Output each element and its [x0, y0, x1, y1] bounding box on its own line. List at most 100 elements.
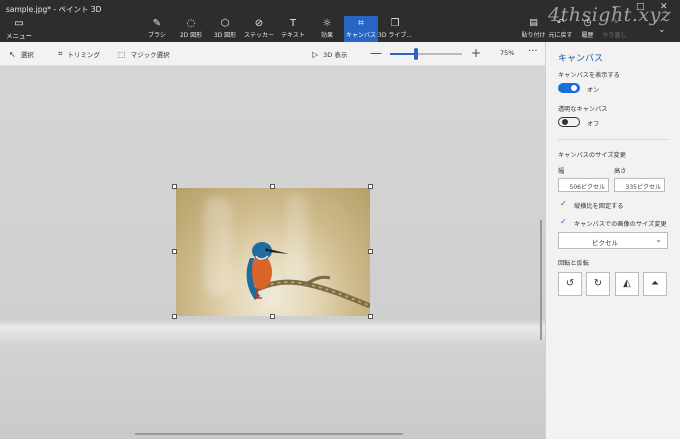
zoom-slider[interactable]: [390, 48, 462, 60]
canvas-panel: キャンバス キャンバスを表示する オン 透明なキャンバス オフ キャンバスのサイ…: [545, 42, 680, 439]
tab-label: 3D ライブ...: [378, 32, 413, 39]
width-label: 幅: [558, 168, 565, 175]
3d-shapes-icon: ⬡: [220, 18, 230, 29]
view-3d-label: 3D 表示: [323, 51, 348, 59]
canvas-image[interactable]: [176, 188, 370, 316]
2d-shapes-icon: ◌: [186, 18, 196, 29]
zoom-percent: 75%: [500, 49, 515, 57]
tab-canvas[interactable]: ⌗ キャンバス: [344, 16, 378, 42]
redo-icon: ↷: [610, 18, 619, 28]
zoom-in-button[interactable]: +: [471, 46, 481, 60]
resize-handle[interactable]: [172, 314, 177, 319]
history-icon: ◷: [583, 18, 592, 28]
rotate-left-icon: ↺: [565, 278, 575, 289]
transparent-canvas-label: 透明なキャンバス: [558, 106, 608, 113]
zoom-slider-thumb[interactable]: [413, 48, 418, 60]
magic-select-label: マジック選択: [130, 51, 170, 59]
height-label: 高さ: [614, 168, 627, 175]
selection-toolbar: ↖ 選択 ⌗ トリミング ⬚ マジック選択 ▷ 3D 表示 — + 75% ···: [0, 42, 545, 66]
select-button[interactable]: ↖ 選択: [9, 49, 34, 60]
flip-horizontal-button[interactable]: ◭: [615, 272, 639, 296]
resize-handle[interactable]: [368, 249, 373, 254]
tab-label: テキスト: [281, 32, 305, 39]
tab-2d-shapes[interactable]: ◌ 2D 図形: [174, 16, 208, 42]
cursor-icon: ↖: [9, 49, 16, 59]
tab-label: ステッカー: [243, 32, 274, 39]
magic-select-icon: ⬚: [118, 49, 126, 59]
canvas-icon: ⌗: [358, 18, 364, 29]
resize-handle[interactable]: [270, 314, 275, 319]
tab-stickers[interactable]: ⊘ ステッカー: [242, 16, 276, 42]
title-toolbar-band: sample.jpg* - ペイント 3D 4thsight.xyz — □ ✕…: [0, 0, 680, 42]
rotate-section-title: 回転と反転: [558, 260, 589, 267]
undo-label: 元に戻す: [548, 32, 573, 39]
tab-label: ブラシ: [148, 32, 166, 39]
divider: [558, 139, 669, 140]
flip-horizontal-icon: ◭: [623, 278, 631, 289]
vertical-scrollbar[interactable]: [540, 220, 542, 340]
redo-button[interactable]: ↷ やり直し: [601, 16, 628, 39]
transparent-canvas-toggle[interactable]: [558, 117, 580, 127]
menu-button[interactable]: ▭ メニュー: [6, 18, 32, 40]
transparent-canvas-state: オフ: [587, 121, 600, 128]
rotate-right-icon: ↻: [593, 278, 603, 289]
toggle-knob: [571, 85, 577, 91]
resize-image-label: キャンバスでの画像のサイズ変更: [574, 221, 667, 228]
zoom-slider-fill: [390, 53, 416, 55]
resize-handle[interactable]: [270, 184, 275, 189]
show-canvas-state: オン: [587, 87, 600, 94]
more-options-icon[interactable]: ···: [528, 46, 538, 57]
tab-label: 2D 図形: [179, 32, 203, 39]
view-3d-button[interactable]: ▷ 3D 表示: [312, 49, 348, 60]
resize-handle[interactable]: [172, 249, 177, 254]
resize-section-title: キャンバスのサイズ変更: [558, 152, 626, 159]
tab-label: 効果: [320, 32, 333, 39]
unit-value: ピクセル: [592, 239, 618, 247]
magic-select-button[interactable]: ⬚ マジック選択: [118, 49, 170, 60]
toggle-knob: [562, 119, 568, 125]
rotate-left-button[interactable]: ↺: [558, 272, 582, 296]
crop-button[interactable]: ⌗ トリミング: [58, 49, 100, 59]
width-field[interactable]: 506ピクセル: [558, 178, 609, 192]
zoom-out-button[interactable]: —: [370, 46, 382, 60]
lock-aspect-label: 縦横比を固定する: [574, 203, 624, 210]
paste-icon: ▤: [529, 18, 538, 28]
menu-label: メニュー: [6, 32, 32, 40]
kingfisher-photo: [246, 242, 370, 309]
unit-dropdown[interactable]: ピクセル ⌄: [558, 232, 668, 249]
flip-vertical-icon: ⏶: [651, 278, 659, 289]
redo-label: やり直し: [602, 32, 627, 39]
tab-3d-shapes[interactable]: ⬡ 3D 図形: [208, 16, 242, 42]
folder-icon: ▭: [14, 18, 24, 29]
tab-text[interactable]: T テキスト: [276, 16, 310, 42]
brush-icon: ✎: [152, 18, 162, 29]
resize-handle[interactable]: [368, 314, 373, 319]
maximize-button[interactable]: □: [636, 2, 645, 12]
undo-button[interactable]: ↶ 元に戻す: [547, 16, 574, 39]
flip-vertical-button[interactable]: ⏶: [643, 272, 667, 296]
lock-aspect-checkbox[interactable]: ✓: [560, 200, 568, 208]
close-button[interactable]: ✕: [660, 2, 668, 12]
tab-3d-library[interactable]: ❒ 3D ライブ...: [378, 16, 412, 42]
height-field[interactable]: 335ピクセル: [614, 178, 665, 192]
tab-label: キャンバス: [345, 32, 376, 39]
crop-icon: ⌗: [58, 49, 63, 58]
resize-handle[interactable]: [368, 184, 373, 189]
rotate-right-button[interactable]: ↻: [586, 272, 610, 296]
sticker-icon: ⊘: [254, 18, 264, 29]
paste-button[interactable]: ▤ 貼り付け: [520, 16, 547, 39]
chevron-down-icon[interactable]: ⌄: [658, 25, 666, 35]
history-label: 履歴: [581, 32, 594, 39]
select-label: 選択: [20, 51, 34, 59]
paste-label: 貼り付け: [521, 32, 546, 39]
minimize-button[interactable]: —: [612, 2, 621, 12]
history-button[interactable]: ◷ 履歴: [574, 16, 601, 39]
tab-brush[interactable]: ✎ ブラシ: [140, 16, 174, 42]
tab-label: 3D 図形: [213, 32, 237, 39]
horizontal-scrollbar[interactable]: [135, 433, 403, 435]
window-title: sample.jpg* - ペイント 3D: [6, 5, 102, 14]
resize-image-checkbox[interactable]: ✓: [560, 218, 568, 226]
show-canvas-toggle[interactable]: [558, 83, 580, 93]
resize-handle[interactable]: [172, 184, 177, 189]
tab-effects[interactable]: ☼ 効果: [310, 16, 344, 42]
